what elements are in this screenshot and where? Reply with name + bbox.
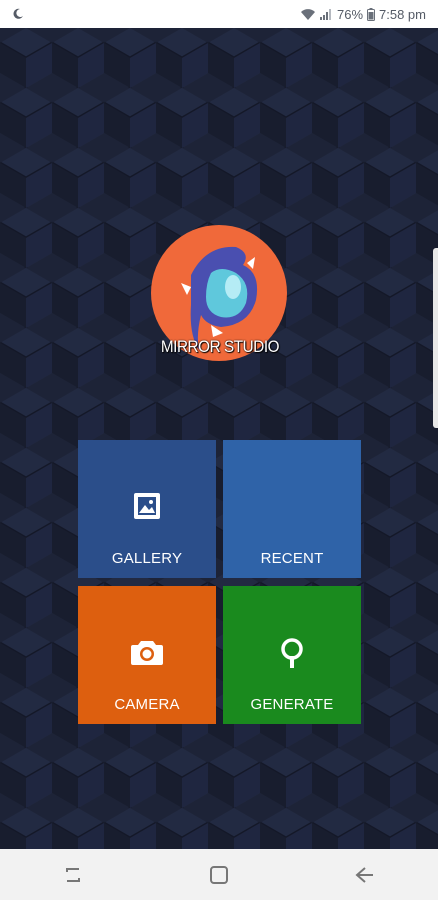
navigation-bar (0, 849, 438, 900)
home-icon[interactable] (199, 855, 239, 895)
tree-icon (279, 638, 305, 675)
background-pattern (0, 28, 438, 849)
wifi-icon (300, 8, 316, 21)
status-bar: 76% 7:58 pm (0, 0, 438, 28)
gallery-label: GALLERY (111, 550, 183, 567)
back-icon[interactable] (345, 855, 385, 895)
generate-label: GENERATE (250, 696, 334, 713)
logo-text: MIRROR STUDIO (160, 337, 280, 356)
clock-text: 7:58 pm (379, 6, 426, 22)
battery-icon (367, 7, 376, 21)
signal-icon (319, 8, 333, 21)
recents-icon[interactable] (53, 855, 93, 895)
battery-text: 76% (336, 6, 364, 22)
camera-label: CAMERA (114, 696, 180, 713)
camera-icon (130, 638, 164, 671)
edge-panel-handle[interactable] (433, 248, 438, 428)
recent-button[interactable]: RECENT (223, 440, 361, 578)
camera-button[interactable]: CAMERA (78, 586, 216, 724)
generate-button[interactable]: GENERATE (223, 586, 361, 724)
recent-label: RECENT (260, 550, 324, 567)
gallery-button[interactable]: GALLERY (78, 440, 216, 578)
image-icon (133, 492, 161, 525)
moon-icon (12, 8, 24, 20)
